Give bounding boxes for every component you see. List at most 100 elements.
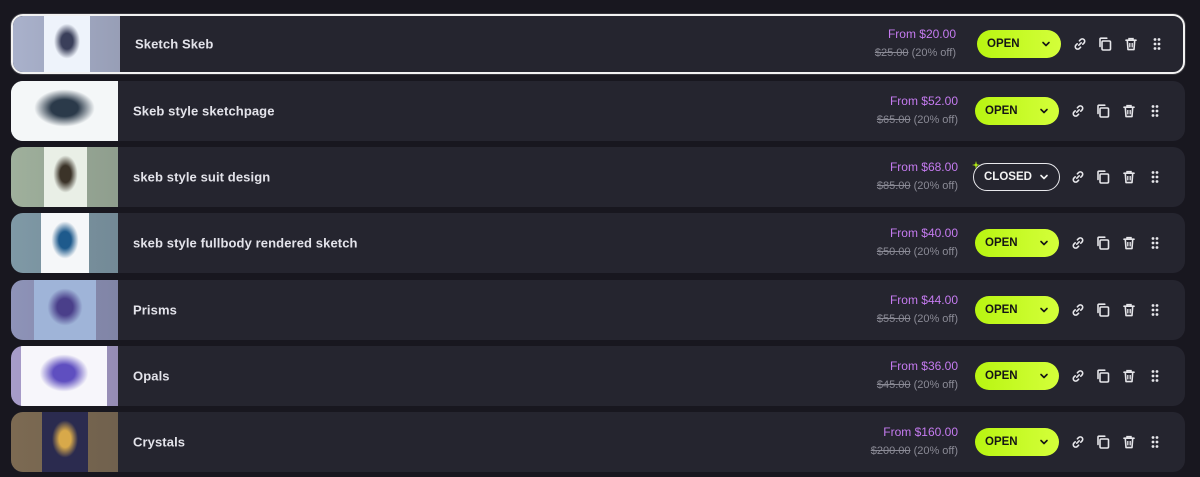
listing-thumbnail[interactable] [11,412,118,472]
drag-handle-icon[interactable] [1147,235,1163,251]
status-dropdown[interactable]: OPEN [975,97,1059,125]
price-block: From $52.00 $65.00 (20% off) [877,92,958,130]
listing-row[interactable]: skeb style suit design From $68.00 $85.0… [11,147,1185,207]
original-price: $50.00 [876,246,911,258]
listing-thumbnail[interactable] [11,280,118,340]
listing-artwork [44,147,87,207]
copy-icon[interactable] [1095,169,1111,185]
price-block: From $40.00 $50.00 (20% off) [877,224,958,262]
link-icon[interactable] [1070,169,1086,185]
status-dropdown[interactable]: OPEN [975,428,1059,456]
trash-icon[interactable] [1121,302,1137,318]
listing-row[interactable]: skeb style fullbody rendered sketch From… [11,213,1185,273]
copy-icon[interactable] [1095,103,1111,119]
link-icon[interactable] [1070,103,1086,119]
price-block: From $36.00 $45.00 (20% off) [877,357,958,395]
original-price: $45.00 [876,379,911,391]
drag-handle-icon[interactable] [1147,302,1163,318]
listing-title[interactable]: skeb style fullbody rendered sketch [133,236,358,251]
sale-price: From $44.00 [889,293,958,307]
discount-label: (20% off) [911,47,956,59]
listing-thumbnail[interactable] [11,147,118,207]
listing-artwork [41,213,89,273]
listing-artwork [42,412,88,472]
sale-price: From $20.00 [887,27,956,41]
link-icon[interactable] [1070,235,1086,251]
status-label: CLOSED [984,171,1032,183]
trash-icon[interactable] [1121,103,1137,119]
listing-row[interactable]: Opals From $36.00 $45.00 (20% off) OPEN [11,346,1185,406]
status-label: OPEN [985,105,1018,117]
listing-artwork [44,16,90,72]
discount-label: (20% off) [913,246,958,258]
listing-thumbnail[interactable] [11,346,118,406]
status-dropdown[interactable]: OPEN [975,229,1059,257]
status-label: OPEN [985,237,1018,249]
chevron-down-icon [1040,439,1048,445]
copy-icon[interactable] [1097,36,1113,52]
listing-title[interactable]: Prisms [133,303,177,318]
discount-label: (20% off) [913,313,958,325]
trash-icon[interactable] [1121,235,1137,251]
original-price-line: $200.00 (20% off) [871,442,958,461]
trash-icon[interactable] [1123,36,1139,52]
listing-row[interactable]: Prisms From $44.00 $55.00 (20% off) OPEN [11,280,1185,340]
trash-icon[interactable] [1121,169,1137,185]
listing-row[interactable]: Skeb style sketchpage From $52.00 $65.00… [11,81,1185,141]
chevron-down-icon [1040,240,1048,246]
listing-row[interactable]: Crystals From $160.00 $200.00 (20% off) … [11,412,1185,472]
chevron-down-icon [1040,174,1048,180]
link-icon[interactable] [1072,36,1088,52]
original-price-line: $55.00 (20% off) [877,310,958,329]
listing-title[interactable]: skeb style suit design [133,170,270,185]
listing-row[interactable]: Sketch Skeb From $20.00 $25.00 (20% off)… [11,14,1185,74]
status-dropdown[interactable]: OPEN [975,362,1059,390]
status-label: OPEN [987,38,1020,50]
original-price-line: $45.00 (20% off) [877,376,958,395]
link-icon[interactable] [1070,302,1086,318]
listing-title[interactable]: Skeb style sketchpage [133,104,275,119]
listing-thumbnail[interactable] [13,16,120,72]
price-block: From $44.00 $55.00 (20% off) [877,291,958,329]
status-label: OPEN [985,304,1018,316]
listing-artwork [34,280,96,340]
trash-icon[interactable] [1121,434,1137,450]
status-dropdown[interactable]: OPEN [977,30,1061,58]
original-price-line: $50.00 (20% off) [877,243,958,262]
drag-handle-icon[interactable] [1147,368,1163,384]
listing-title[interactable]: Crystals [133,435,185,450]
trash-icon[interactable] [1121,368,1137,384]
listing-title[interactable]: Sketch Skeb [135,37,213,52]
copy-icon[interactable] [1095,235,1111,251]
sale-price: From $36.00 [889,359,958,373]
price-block: From $20.00 $25.00 (20% off) [875,25,956,63]
copy-icon[interactable] [1095,434,1111,450]
original-price: $65.00 [876,114,911,126]
original-price: $200.00 [870,445,911,457]
discount-label: (20% off) [913,445,958,457]
drag-handle-icon[interactable] [1147,103,1163,119]
sale-price: From $160.00 [883,425,958,439]
drag-handle-icon[interactable] [1147,434,1163,450]
link-icon[interactable] [1070,368,1086,384]
sale-price: From $40.00 [889,226,958,240]
price-block: From $160.00 $200.00 (20% off) [871,423,958,461]
original-price: $85.00 [876,180,911,192]
link-icon[interactable] [1070,434,1086,450]
sparkle-icon [972,161,980,169]
listing-thumbnail[interactable] [11,213,118,273]
chevron-down-icon [1040,108,1048,114]
listing-title[interactable]: Opals [133,369,170,384]
drag-handle-icon[interactable] [1149,36,1165,52]
drag-handle-icon[interactable] [1147,169,1163,185]
chevron-down-icon [1040,307,1048,313]
chevron-down-icon [1040,373,1048,379]
listing-thumbnail[interactable] [11,81,118,141]
status-dropdown[interactable]: CLOSED [973,163,1060,191]
original-price-line: $65.00 (20% off) [877,111,958,130]
original-price-line: $25.00 (20% off) [875,44,956,63]
copy-icon[interactable] [1095,302,1111,318]
copy-icon[interactable] [1095,368,1111,384]
status-dropdown[interactable]: OPEN [975,296,1059,324]
listing-artwork [11,81,118,141]
